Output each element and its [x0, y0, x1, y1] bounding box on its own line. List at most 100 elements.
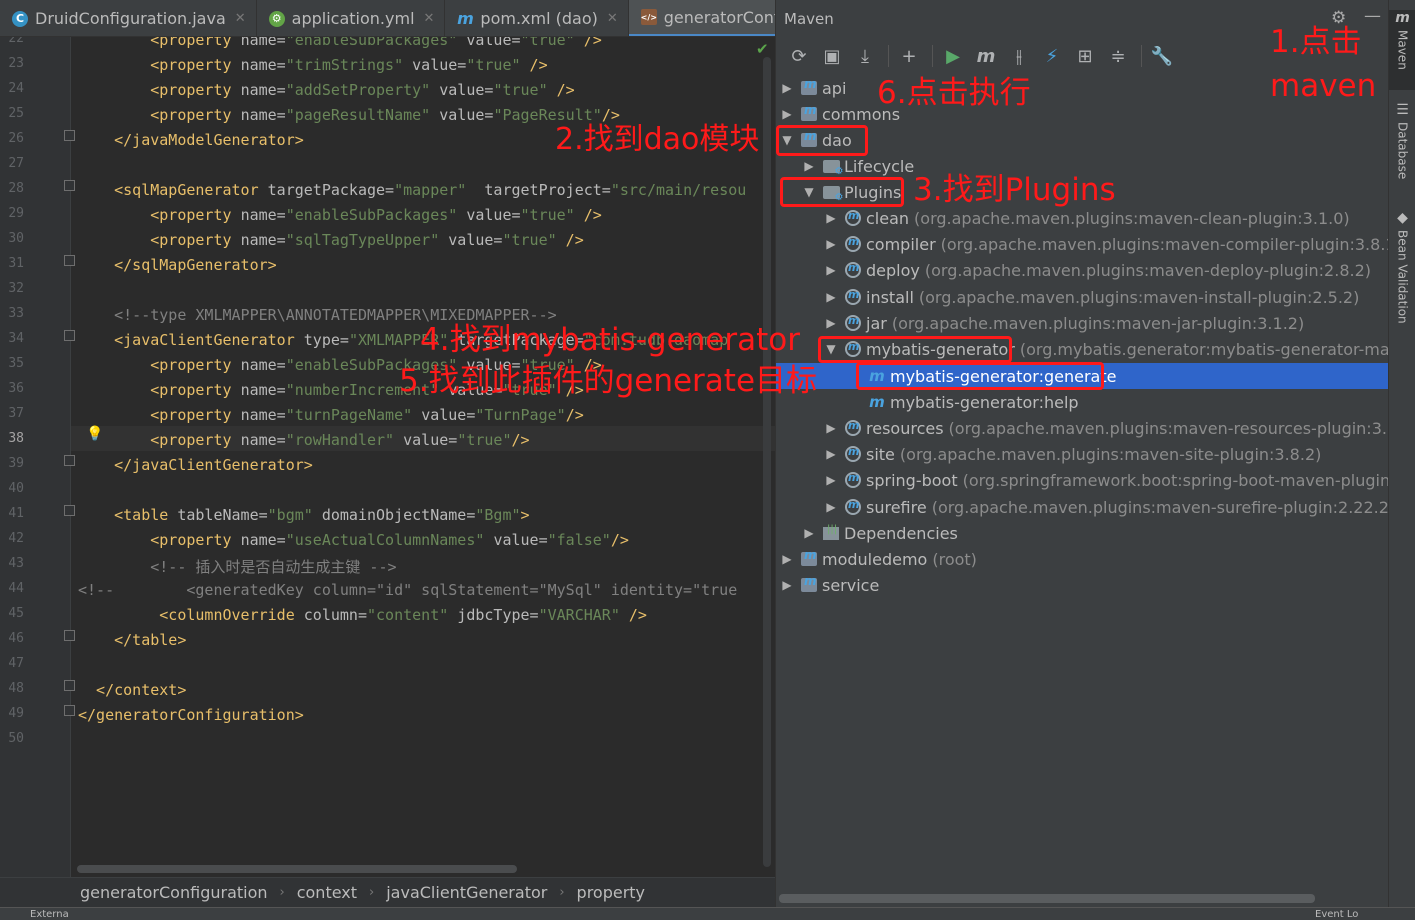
tree-node-plugin-deploy[interactable]: ▶ deploy (org.apache.maven.plugins:maven… [824, 257, 1371, 283]
expand-arrow-icon[interactable]: ▶ [802, 526, 816, 540]
code-line: <property name="useActualColumnNames" va… [78, 531, 629, 549]
annotation-step-5: 5.找到此插件的generate目标 [399, 363, 818, 399]
tool-tab-maven[interactable]: m Maven [1389, 10, 1415, 90]
expand-arrow-icon[interactable]: ▶ [824, 237, 838, 251]
toolbar-separator [888, 45, 889, 67]
plugin-icon [844, 288, 862, 306]
settings-wrench-icon[interactable]: 🔧 [1147, 41, 1177, 71]
plugin-icon [844, 209, 862, 227]
expand-arrow-icon[interactable]: ▶ [824, 263, 838, 277]
line-number: 46 [8, 631, 24, 646]
root-marker: (root) [932, 549, 977, 569]
breadcrumb-item[interactable]: context [297, 883, 357, 902]
tree-node-plugin-surefire[interactable]: ▶ surefire (org.apache.maven.plugins:mav… [824, 494, 1388, 520]
plugin-icon [844, 261, 862, 279]
code-line: </table> [78, 631, 187, 649]
tree-node-plugin-compiler[interactable]: ▶ compiler (org.apache.maven.plugins:mav… [824, 231, 1388, 257]
tree-node-goal-help[interactable]: m mybatis-generator:help [868, 389, 1078, 415]
plugin-icon [844, 445, 862, 463]
close-icon[interactable]: ✕ [607, 11, 618, 26]
tab-pom-xml[interactable]: m pom.xml (dao) ✕ [445, 0, 629, 36]
tab-application-yml[interactable]: ⚙ application.yml ✕ [257, 0, 446, 36]
expand-arrow-icon[interactable]: ▶ [780, 552, 794, 566]
code-editor[interactable]: ✔ 💡 22 23 24 25 26 27 28 29 30 31 32 33 34 35 36 37 38 39… [0, 37, 775, 877]
show-deps-icon[interactable]: ⊞ [1070, 41, 1100, 71]
tree-node-label: service [822, 575, 880, 595]
tree-node-plugin-resources[interactable]: ▶ resources (org.apache.maven.plugins:ma… [824, 415, 1388, 441]
tab-label: application.yml [291, 9, 415, 28]
fold-marker[interactable] [64, 705, 75, 716]
add-icon[interactable]: + [894, 41, 924, 71]
plugin-icon [844, 314, 862, 332]
fold-marker[interactable] [64, 255, 75, 266]
inspection-ok-icon[interactable]: ✔ [756, 40, 769, 58]
breadcrumb-item[interactable]: generatorConfiguration [80, 883, 268, 902]
annotation-step-3: 3.找到Plugins [913, 172, 1116, 208]
fold-marker[interactable] [64, 455, 75, 466]
fold-marker[interactable] [64, 130, 75, 141]
toolbar-separator [1141, 45, 1142, 67]
maven-goal-icon[interactable]: m [971, 41, 1001, 71]
expand-arrow-icon[interactable]: ▶ [824, 500, 838, 514]
tree-node-plugin-jar[interactable]: ▶ jar (org.apache.maven.plugins:maven-ja… [824, 310, 1304, 336]
plugin-name: compiler [866, 234, 936, 254]
collapse-icon[interactable]: ≑ [1103, 41, 1133, 71]
tool-tab-label: Database [1395, 122, 1410, 180]
expand-arrow-icon[interactable]: ▶ [824, 447, 838, 461]
maven-module-icon [800, 548, 818, 568]
close-icon[interactable]: ✕ [235, 11, 246, 26]
expand-arrow-icon[interactable]: ▶ [780, 81, 794, 95]
tree-node-plugin-install[interactable]: ▶ install (org.apache.maven.plugins:mave… [824, 284, 1359, 310]
expand-arrow-icon[interactable]: ▶ [780, 578, 794, 592]
line-number: 43 [8, 556, 24, 571]
tool-tab-bean-validation[interactable]: ◆ Bean Validation [1389, 210, 1415, 335]
expand-arrow-icon[interactable]: ▶ [824, 421, 838, 435]
fold-marker[interactable] [64, 180, 75, 191]
tab-generator-config[interactable]: </> generatorConfig [628, 0, 775, 36]
status-left[interactable]: Externa [30, 909, 69, 920]
run-icon[interactable]: ▶ [938, 41, 968, 71]
vertical-scrollbar[interactable] [763, 57, 771, 867]
expand-arrow-icon[interactable]: ▶ [780, 107, 794, 121]
expand-arrow-icon[interactable]: ▶ [802, 159, 816, 173]
breadcrumb-item[interactable]: javaClientGenerator [386, 883, 547, 902]
fold-marker[interactable] [64, 630, 75, 641]
download-icon[interactable]: ⤓ [850, 41, 880, 71]
tree-node-moduledemo[interactable]: ▶ moduledemo (root) [780, 546, 977, 572]
fold-marker[interactable] [64, 680, 75, 691]
skip-tests-icon[interactable]: ⫲ [1004, 41, 1034, 71]
fold-marker[interactable] [64, 330, 75, 341]
horizontal-scrollbar[interactable] [779, 894, 1315, 903]
code-line: <property name="enableSubPackages" value… [78, 37, 602, 49]
expand-arrow-icon[interactable]: ▶ [824, 473, 838, 487]
tree-node-plugin-clean[interactable]: ▶ clean (org.apache.maven.plugins:maven-… [824, 205, 1349, 231]
expand-arrow-icon[interactable]: ▶ [824, 211, 838, 225]
code-line: <property name="enableSubPackages" value… [78, 206, 602, 224]
close-icon[interactable]: ✕ [424, 11, 435, 26]
reload-icon[interactable]: ⟳ [784, 41, 814, 71]
tree-node-api[interactable]: ▶ api [780, 75, 846, 101]
plugin-icon [844, 235, 862, 253]
tool-tab-database[interactable]: ☰ Database [1389, 102, 1415, 192]
code-line: <!-- <generatedKey column="id" sqlStatem… [78, 581, 738, 599]
fold-marker[interactable] [64, 505, 75, 516]
plugin-coordinates: (org.apache.maven.plugins:maven-install-… [918, 287, 1360, 307]
tree-node-plugin-spring-boot[interactable]: ▶ spring-boot (org.springframework.boot:… [824, 467, 1388, 493]
code-line: <property name="rowHandler" value="true"… [78, 431, 530, 449]
breadcrumb-item[interactable]: property [577, 883, 646, 902]
tree-node-label: api [822, 78, 847, 98]
tab-druid-configuration[interactable]: C DruidConfiguration.java ✕ [0, 0, 257, 36]
expand-arrow-icon[interactable]: ▶ [824, 290, 838, 304]
event-log[interactable]: Event Lo [1315, 909, 1358, 920]
expand-arrow-icon[interactable]: ▶ [824, 316, 838, 330]
maven-module-icon [800, 574, 818, 594]
tree-node-service[interactable]: ▶ service [780, 572, 879, 598]
line-number: 23 [8, 56, 24, 71]
horizontal-scrollbar[interactable] [77, 865, 517, 873]
add-folder-icon[interactable]: ▣ [817, 41, 847, 71]
tree-node-dependencies[interactable]: ▶ Dependencies [802, 520, 958, 546]
tab-label: generatorConfig [663, 7, 775, 27]
offline-icon[interactable]: ⚡ [1037, 41, 1067, 71]
tree-node-plugin-site[interactable]: ▶ site (org.apache.maven.plugins:maven-s… [824, 441, 1321, 467]
tree-node-lifecycle[interactable]: ▶ ⚙ Lifecycle [802, 153, 914, 179]
